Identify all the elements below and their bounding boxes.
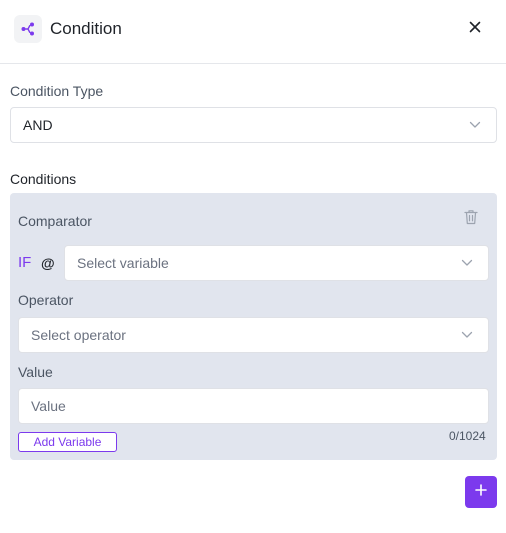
chevron-down-icon	[460, 256, 474, 270]
operator-select[interactable]: Select operator	[18, 317, 489, 353]
panel-header: Condition	[0, 0, 506, 64]
condition-type-label: Condition Type	[10, 83, 104, 99]
if-label: IF	[18, 254, 32, 271]
comparator-title: Comparator	[18, 213, 92, 229]
chevron-down-icon	[468, 118, 482, 132]
variable-select-placeholder: Select variable	[77, 255, 169, 271]
operator-select-placeholder: Select operator	[31, 327, 126, 343]
page-title: Condition	[50, 19, 122, 38]
add-condition-button[interactable]	[465, 476, 497, 508]
plus-icon	[475, 483, 487, 501]
variable-select[interactable]: Select variable	[64, 245, 489, 281]
branch-icon	[14, 15, 42, 43]
condition-type-select[interactable]: AND	[10, 107, 497, 143]
trash-icon	[464, 209, 478, 230]
add-variable-button[interactable]: Add Variable	[18, 432, 117, 452]
conditions-label: Conditions	[10, 171, 77, 187]
close-button[interactable]	[463, 17, 487, 41]
condition-type-value: AND	[23, 117, 53, 133]
value-label: Value	[18, 364, 53, 380]
at-label: @	[41, 255, 55, 271]
delete-comparator-button[interactable]	[462, 209, 480, 230]
value-input[interactable]	[18, 388, 489, 424]
operator-label: Operator	[18, 292, 74, 308]
character-counter: 0/1024	[449, 429, 486, 443]
chevron-down-icon	[460, 328, 474, 342]
close-icon	[469, 20, 481, 38]
